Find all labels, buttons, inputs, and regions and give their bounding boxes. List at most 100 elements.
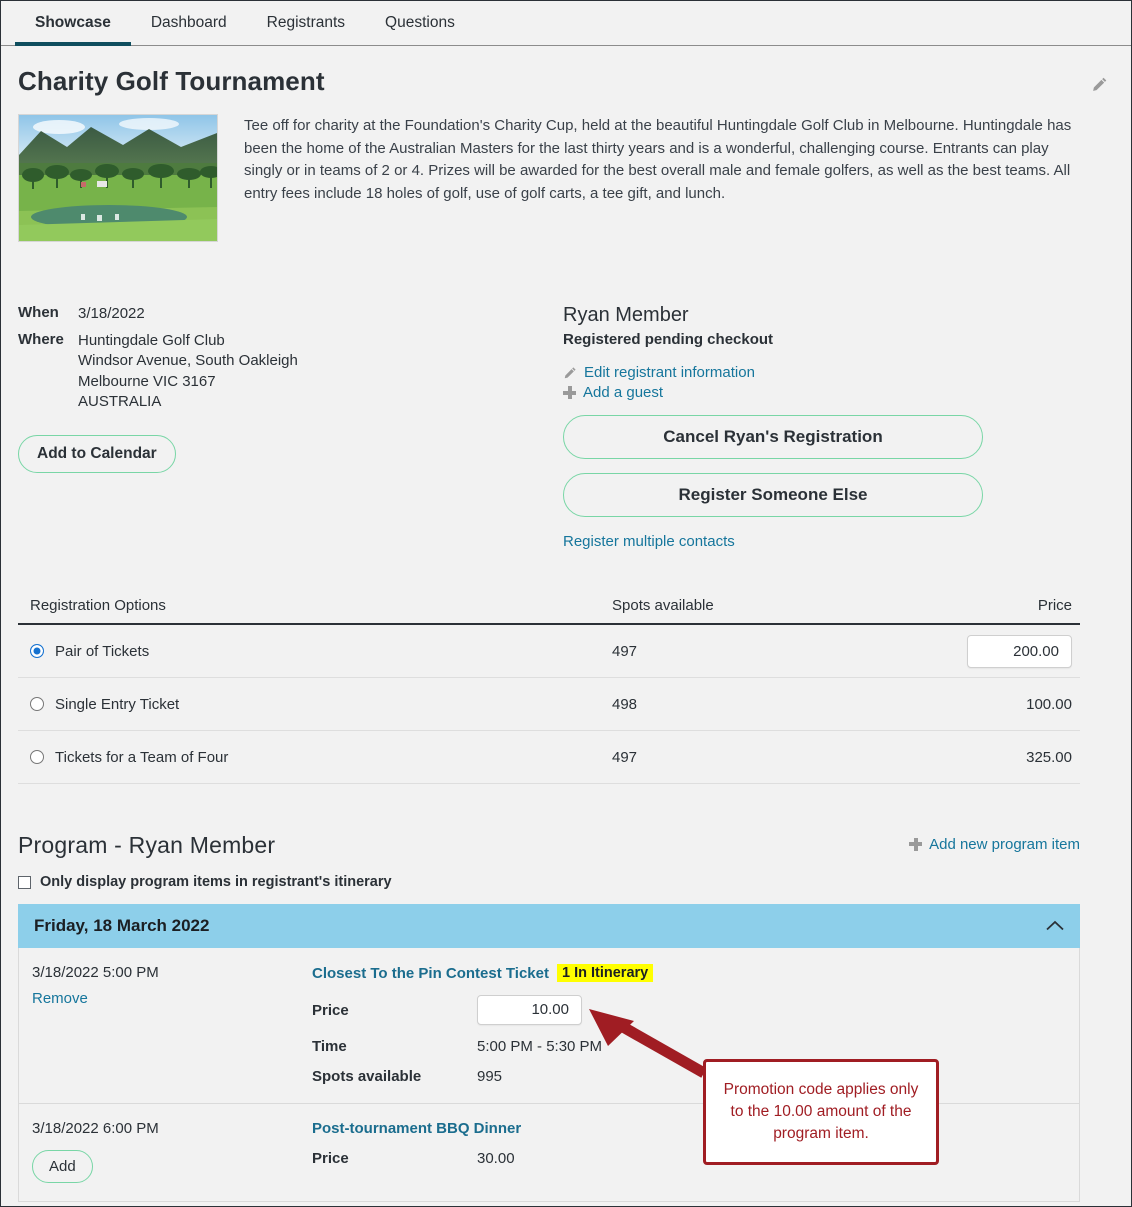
chevron-up-icon[interactable] bbox=[1046, 918, 1064, 935]
itinerary-badge: 1 In Itinerary bbox=[556, 964, 654, 982]
where-value: Huntingdale Golf Club Windsor Avenue, So… bbox=[78, 331, 298, 413]
program-item-meta: 3/18/2022 6:00 PM Add bbox=[19, 1120, 312, 1183]
program-item-spots-row: Spots available 995 bbox=[312, 1068, 1079, 1085]
price-label: Price bbox=[312, 1150, 349, 1167]
annotation-text: Promotion code applies only to the 10.00… bbox=[723, 1081, 919, 1142]
itinerary-filter-label: Only display program items in registrant… bbox=[40, 874, 392, 890]
where-row: Where Huntingdale Golf Club Windsor Aven… bbox=[18, 331, 563, 413]
program-day-label: Friday, 18 March 2022 bbox=[34, 916, 210, 935]
tab-showcase-label: Showcase bbox=[35, 14, 111, 31]
price-label: Price bbox=[312, 1001, 349, 1019]
annotation-callout: Promotion code applies only to the 10.00… bbox=[703, 1059, 939, 1165]
program-item-name[interactable]: Post-tournament BBQ Dinner bbox=[312, 1120, 521, 1137]
when-row: When 3/18/2022 bbox=[18, 304, 563, 325]
when-value: 3/18/2022 bbox=[78, 305, 145, 322]
radio-single-entry-ticket[interactable] bbox=[30, 697, 44, 711]
where-label: Where bbox=[18, 330, 64, 348]
program-item-name-row[interactable]: Closest To the Pin Contest Ticket 1 In I… bbox=[312, 964, 1079, 982]
plus-icon bbox=[909, 837, 923, 851]
price-cell: 200.00 bbox=[912, 634, 1072, 668]
where-line-2: Windsor Avenue, South Oakleigh bbox=[78, 352, 298, 369]
registrant-column: Ryan Member Registered pending checkout … bbox=[563, 304, 1114, 551]
page-header: Charity Golf Tournament bbox=[18, 46, 1114, 98]
event-hero: Tee off for charity at the Foundation's … bbox=[18, 114, 1114, 242]
program-item-details: Closest To the Pin Contest Ticket 1 In I… bbox=[312, 964, 1079, 1085]
option-cell[interactable]: Pair of Tickets bbox=[30, 643, 612, 660]
program-item-price-row: Price 30.00 bbox=[312, 1150, 1079, 1167]
spots-cell: 498 bbox=[612, 695, 638, 713]
edit-event-pencil-icon[interactable] bbox=[1091, 76, 1108, 98]
program-header: Program - Ryan Member Add new program it… bbox=[18, 832, 1080, 859]
spots-value: 995 bbox=[477, 1068, 503, 1085]
where-line-4: AUSTRALIA bbox=[78, 393, 162, 410]
program-item-meta: 3/18/2022 5:00 PM Remove bbox=[19, 964, 312, 1085]
register-someone-else-button[interactable]: Register Someone Else bbox=[563, 473, 983, 517]
option-label: Tickets for a Team of Four bbox=[55, 748, 229, 766]
price-value: 30.00 bbox=[477, 1150, 515, 1167]
spots-label: Spots available bbox=[312, 1068, 422, 1085]
registration-options-table: Registration Options Spots available Pri… bbox=[18, 597, 1080, 784]
program-item-name[interactable]: Closest To the Pin Contest Ticket bbox=[312, 965, 549, 982]
radio-tickets-for-a-team-of-four[interactable] bbox=[30, 750, 44, 764]
option-cell[interactable]: Tickets for a Team of Four bbox=[30, 749, 612, 766]
program-item-datetime: 3/18/2022 5:00 PM bbox=[32, 964, 159, 981]
pencil-icon bbox=[564, 366, 576, 378]
option-label: Pair of Tickets bbox=[55, 642, 150, 660]
tab-showcase[interactable]: Showcase bbox=[15, 1, 131, 46]
table-row[interactable]: Pair of Tickets 497 200.00 bbox=[18, 625, 1080, 678]
tab-dashboard[interactable]: Dashboard bbox=[131, 1, 247, 45]
remove-program-item-link[interactable]: Remove bbox=[32, 990, 88, 1007]
details-columns: When 3/18/2022 Where Huntingdale Golf Cl… bbox=[18, 304, 1114, 551]
page-title: Charity Golf Tournament bbox=[18, 66, 325, 96]
program-item-name-row[interactable]: Post-tournament BBQ Dinner bbox=[312, 1120, 1079, 1137]
program-day-header[interactable]: Friday, 18 March 2022 bbox=[18, 904, 1080, 948]
add-program-item-button[interactable]: Add bbox=[32, 1150, 93, 1183]
table-row[interactable]: Single Entry Ticket 498 100.00 bbox=[18, 678, 1080, 731]
time-label: Time bbox=[312, 1038, 347, 1055]
program-title: Program - Ryan Member bbox=[18, 832, 276, 858]
event-details-column: When 3/18/2022 Where Huntingdale Golf Cl… bbox=[18, 304, 563, 551]
where-line-1: Huntingdale Golf Club bbox=[78, 331, 225, 349]
tab-dashboard-label: Dashboard bbox=[150, 14, 227, 31]
price-input-pair-of-tickets[interactable]: 200.00 bbox=[967, 634, 1072, 668]
spots-cell: 497 bbox=[612, 748, 638, 766]
itinerary-filter-checkbox[interactable] bbox=[18, 875, 31, 889]
spots-cell: 497 bbox=[612, 642, 638, 660]
app-window: Showcase Dashboard Registrants Questions… bbox=[0, 0, 1132, 1207]
table-row[interactable]: Tickets for a Team of Four 497 325.00 bbox=[18, 731, 1080, 784]
registrant-name: Ryan Member bbox=[563, 304, 689, 326]
tab-questions-label: Questions bbox=[385, 14, 455, 31]
event-image bbox=[18, 114, 218, 242]
option-label: Single Entry Ticket bbox=[55, 695, 180, 713]
radio-pair-of-tickets[interactable] bbox=[30, 644, 44, 658]
tab-registrants[interactable]: Registrants bbox=[247, 1, 365, 45]
tab-bar: Showcase Dashboard Registrants Questions bbox=[1, 1, 1131, 46]
header-spots-available: Spots available bbox=[612, 597, 714, 614]
add-to-calendar-button[interactable]: Add to Calendar bbox=[18, 434, 176, 473]
program-item-price-input[interactable]: 10.00 bbox=[477, 995, 582, 1025]
add-new-program-item-link[interactable]: Add new program item bbox=[929, 836, 1080, 853]
table-header-row: Registration Options Spots available Pri… bbox=[18, 597, 1080, 625]
add-guest-row[interactable]: Add a guest bbox=[563, 384, 1114, 401]
program-item-datetime: 3/18/2022 6:00 PM bbox=[32, 1120, 159, 1137]
header-registration-options: Registration Options bbox=[30, 597, 166, 614]
program-item-details: Post-tournament BBQ Dinner Price 30.00 bbox=[312, 1120, 1079, 1183]
register-multiple-contacts-link[interactable]: Register multiple contacts bbox=[563, 533, 735, 550]
edit-registrant-link[interactable]: Edit registrant information bbox=[584, 364, 755, 381]
where-line-3: Melbourne VIC 3167 bbox=[78, 372, 216, 390]
registrant-status: Registered pending checkout bbox=[563, 331, 774, 348]
price-cell: 325.00 bbox=[1026, 748, 1072, 766]
time-value: 5:00 PM - 5:30 PM bbox=[477, 1038, 603, 1055]
program-item-price-row: Price 10.00 bbox=[312, 995, 1079, 1025]
add-guest-link[interactable]: Add a guest bbox=[583, 384, 663, 401]
cancel-registration-button[interactable]: Cancel Ryan's Registration bbox=[563, 415, 983, 459]
page-content: Charity Golf Tournament Tee off for char… bbox=[1, 46, 1131, 1206]
option-cell[interactable]: Single Entry Ticket bbox=[30, 696, 612, 713]
when-label: When bbox=[18, 304, 59, 321]
header-price: Price bbox=[1037, 597, 1072, 614]
edit-registrant-row[interactable]: Edit registrant information bbox=[563, 364, 1114, 381]
plus-icon bbox=[563, 386, 576, 399]
tab-questions[interactable]: Questions bbox=[365, 1, 475, 45]
itinerary-filter-row[interactable]: Only display program items in registrant… bbox=[18, 874, 1114, 890]
add-program-item-row[interactable]: Add new program item bbox=[909, 836, 1080, 853]
